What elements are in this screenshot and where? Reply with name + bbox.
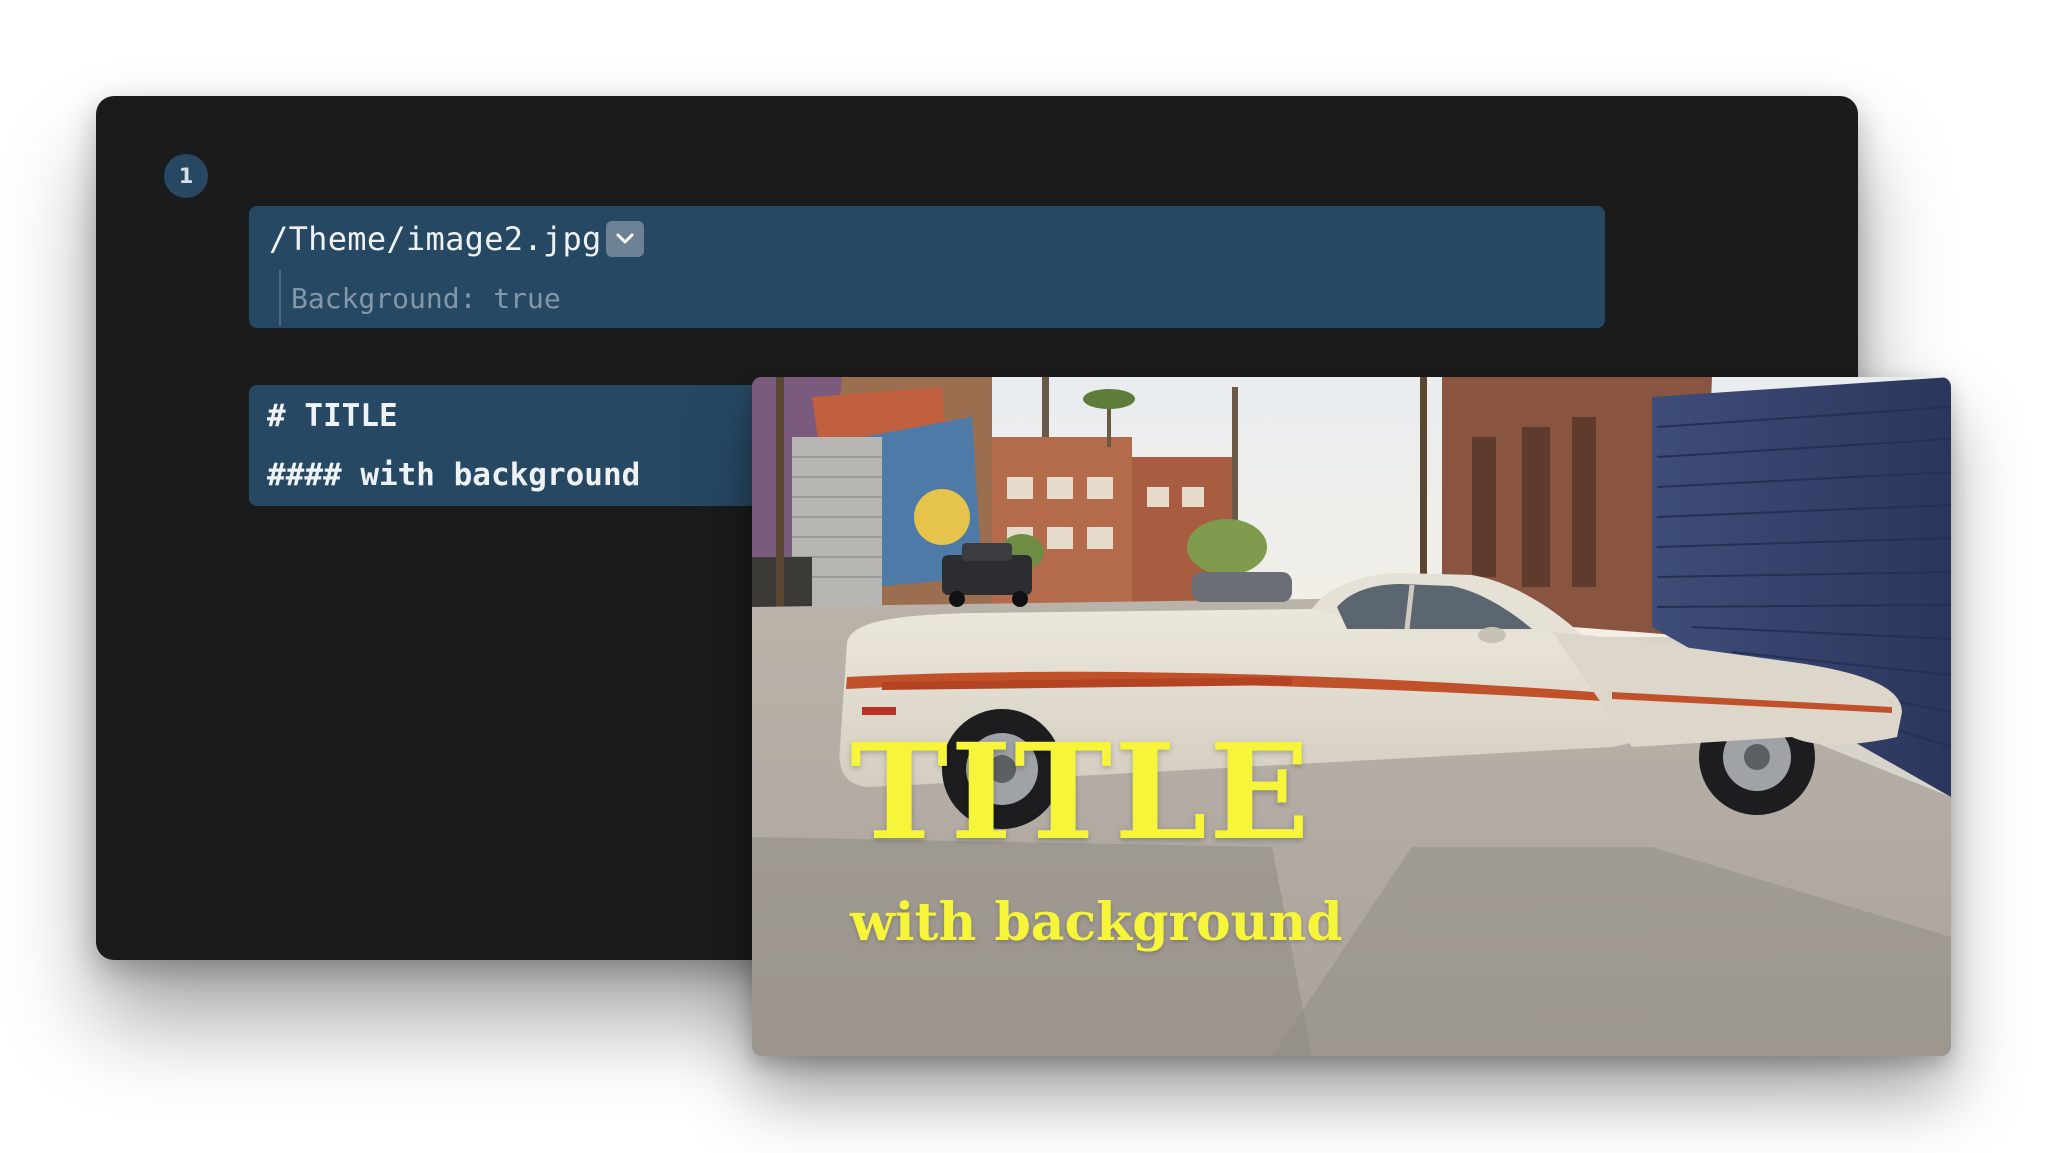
chevron-down-icon: [616, 233, 634, 244]
image-options-dropdown-button[interactable]: [605, 221, 644, 257]
slide-number-badge[interactable]: 1: [164, 154, 208, 198]
image-path-row: /Theme/image2.jpg: [269, 218, 644, 260]
preview-title: TITLE: [850, 715, 1312, 870]
image-path[interactable]: /Theme/image2.jpg: [269, 220, 602, 258]
image-option-row: Background: true: [279, 270, 561, 326]
markdown-subheading-line[interactable]: #### with background: [267, 457, 640, 493]
slide-preview[interactable]: TITLE with background: [752, 377, 1951, 1056]
image-block[interactable]: /Theme/image2.jpg Background: true: [249, 206, 1605, 328]
markdown-heading-line[interactable]: # TITLE: [267, 398, 398, 434]
image-option-background[interactable]: Background: true: [291, 282, 561, 315]
preview-subtitle: with background: [850, 892, 1343, 953]
markdown-block[interactable]: # TITLE #### with background: [249, 385, 809, 506]
